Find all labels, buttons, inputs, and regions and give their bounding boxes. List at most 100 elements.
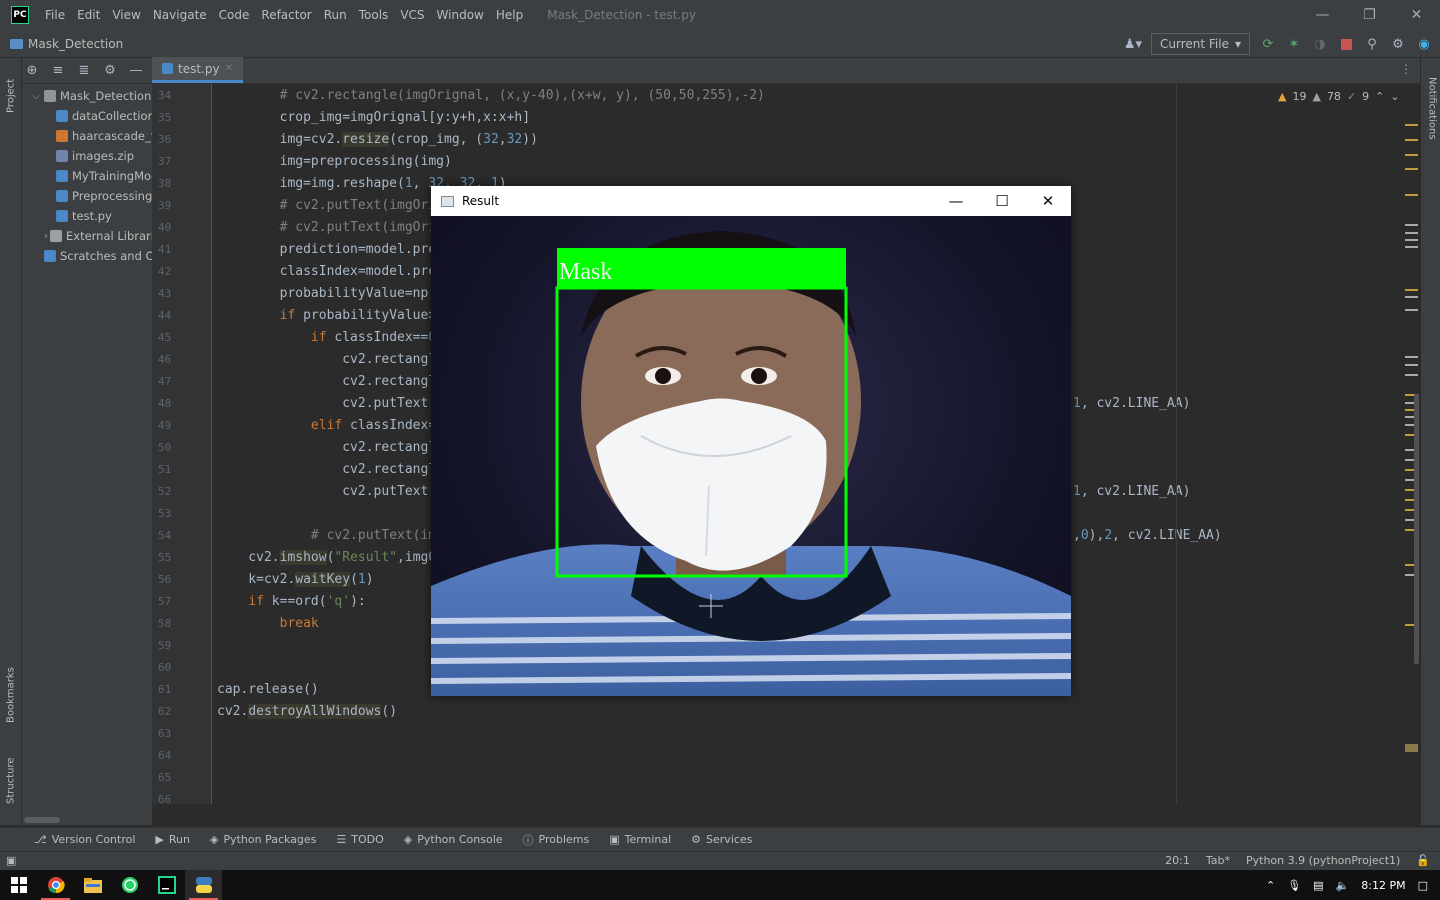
error-stripe-mark[interactable]: [1405, 356, 1418, 358]
whatsapp-taskbar-item[interactable]: [111, 870, 148, 900]
caret-position[interactable]: 20:1: [1165, 854, 1190, 867]
error-stripe-mark[interactable]: [1405, 289, 1418, 291]
menu-view[interactable]: View: [106, 8, 146, 22]
code-line[interactable]: # cv2.rectangle(imgOrignal, (x,y-40),(x+…: [217, 85, 765, 107]
expand-all-icon[interactable]: ≡: [50, 63, 66, 79]
inspection-widget[interactable]: ▲ 19 ▲ 78 ✓ 9 ⌃ ⌄: [1278, 90, 1400, 103]
error-stripe-mark[interactable]: [1405, 139, 1418, 141]
maximize-icon[interactable]: ☐: [979, 186, 1025, 216]
tree-item[interactable]: ⌵ Mask_Detection: [22, 86, 152, 106]
tree-item[interactable]: Scratches and Consoles: [22, 246, 152, 266]
error-stripe-mark[interactable]: [1405, 168, 1418, 170]
code-line[interactable]: cv2.rectangle(: [217, 437, 452, 459]
error-stripe-mark[interactable]: [1405, 239, 1418, 241]
breadcrumb[interactable]: Mask_Detection: [10, 37, 123, 51]
tool-tab-python-packages[interactable]: ◈ Python Packages: [210, 833, 316, 846]
layout-icon[interactable]: ▣: [6, 854, 16, 867]
locate-icon[interactable]: ⊕: [24, 63, 40, 79]
python-interpreter[interactable]: Python 3.9 (pythonProject1): [1246, 854, 1400, 867]
code-line-tail[interactable]: 1, cv2.LINE_AA): [1073, 393, 1190, 415]
tool-tab-services[interactable]: ⚙ Services: [691, 833, 752, 846]
tree-item[interactable]: images.zip: [22, 146, 152, 166]
tool-tab-python-console[interactable]: ◈ Python Console: [404, 833, 503, 846]
menu-code[interactable]: Code: [213, 8, 256, 22]
notifications-tool-tab[interactable]: Notifications: [1421, 68, 1440, 148]
project-tool-tab[interactable]: Project: [0, 64, 22, 128]
tree-item[interactable]: haarcascade_frontalface_default.xml: [22, 126, 152, 146]
error-stripe-mark[interactable]: [1405, 296, 1418, 298]
tool-tab-terminal[interactable]: ▣ Terminal: [609, 833, 671, 846]
tool-tab-problems[interactable]: ⓘ Problems: [523, 832, 590, 848]
menu-navigate[interactable]: Navigate: [147, 8, 213, 22]
start-button[interactable]: [0, 870, 37, 900]
minimize-icon[interactable]: —: [933, 186, 979, 216]
microphone-icon[interactable]: 🎙: [1287, 879, 1301, 892]
clock[interactable]: 8:12 PM: [1361, 879, 1405, 892]
error-stripe-mark[interactable]: [1405, 374, 1418, 376]
run-config-select[interactable]: Current File ▾: [1151, 33, 1250, 55]
menu-window[interactable]: Window: [431, 8, 490, 22]
code-line[interactable]: img=cv2.resize(crop_img, (32,32)): [217, 129, 538, 151]
code-with-me-icon[interactable]: ◉: [1416, 36, 1432, 52]
error-stripe[interactable]: [1404, 84, 1420, 804]
code-line[interactable]: k=cv2.waitKey(1): [217, 569, 374, 591]
user-icon[interactable]: ♟▾: [1124, 36, 1142, 52]
chrome-taskbar-item[interactable]: [37, 870, 74, 900]
minimize-icon[interactable]: —: [1299, 0, 1346, 30]
chevron-up-icon[interactable]: ⌃: [1375, 90, 1384, 103]
collapse-all-icon[interactable]: ≣: [76, 63, 92, 79]
menu-refactor[interactable]: Refactor: [255, 8, 317, 22]
chevron-down-icon[interactable]: ⌵: [32, 91, 42, 102]
error-stripe-mark[interactable]: [1405, 154, 1418, 156]
hide-icon[interactable]: —: [128, 63, 144, 79]
action-center-icon[interactable]: □: [1418, 879, 1428, 892]
pycharm-taskbar-item[interactable]: [148, 870, 185, 900]
code-line[interactable]: if k==ord('q'):: [217, 591, 365, 613]
code-line-tail[interactable]: ,0),2, cv2.LINE_AA): [1073, 525, 1222, 547]
tree-item[interactable]: dataCollection.py: [22, 106, 152, 126]
tool-tab-version-control[interactable]: ⎇ Version Control: [34, 833, 135, 846]
code-line[interactable]: elif classIndex==1:: [217, 415, 460, 437]
menu-run[interactable]: Run: [318, 8, 353, 22]
file-explorer-taskbar-item[interactable]: [74, 870, 111, 900]
chevron-right-icon[interactable]: ›: [44, 231, 48, 242]
code-line[interactable]: cv2.rectangle(: [217, 349, 452, 371]
code-line[interactable]: if classIndex==0:: [217, 327, 444, 349]
more-options-icon[interactable]: ⋮: [1400, 62, 1412, 76]
error-stripe-mark[interactable]: [1405, 364, 1418, 366]
chevron-down-icon[interactable]: ⌄: [1390, 90, 1399, 103]
stop-icon[interactable]: [1338, 36, 1354, 52]
error-stripe-mark[interactable]: [1405, 194, 1418, 196]
restore-icon[interactable]: ❐: [1346, 0, 1393, 30]
network-icon[interactable]: ▤: [1313, 879, 1323, 892]
vertical-scrollbar-thumb[interactable]: [1414, 394, 1419, 664]
lock-icon[interactable]: 🔓: [1416, 854, 1430, 867]
code-line[interactable]: # cv2.putText(imgOrignal: [217, 195, 468, 217]
chevron-up-icon[interactable]: ⌃: [1266, 879, 1275, 892]
tree-item[interactable]: › External Libraries: [22, 226, 152, 246]
code-line[interactable]: cv2.putText(: [217, 481, 436, 503]
menu-vcs[interactable]: VCS: [394, 8, 430, 22]
code-line-tail[interactable]: 1, cv2.LINE_AA): [1073, 481, 1190, 503]
tool-tab-todo[interactable]: ☰ TODO: [336, 833, 383, 846]
code-line[interactable]: cap.release(): [217, 679, 319, 701]
menu-edit[interactable]: Edit: [71, 8, 106, 22]
tree-item[interactable]: test.py: [22, 206, 152, 226]
close-icon[interactable]: ✕: [1025, 186, 1071, 216]
close-tab-icon[interactable]: ✕: [225, 63, 233, 74]
code-line[interactable]: cv2.putText(: [217, 393, 436, 415]
error-stripe-mark[interactable]: [1405, 232, 1418, 234]
error-stripe-mark[interactable]: [1405, 224, 1418, 226]
breadcrumb-project[interactable]: Mask_Detection: [28, 37, 123, 51]
menu-file[interactable]: File: [39, 8, 71, 22]
tab-test-py[interactable]: test.py ✕: [152, 57, 243, 83]
volume-icon[interactable]: 🔈: [1336, 879, 1350, 892]
menu-help[interactable]: Help: [490, 8, 529, 22]
result-title-bar[interactable]: Result — ☐ ✕: [431, 186, 1071, 216]
error-stripe-mark[interactable]: [1405, 309, 1418, 311]
result-window[interactable]: Result — ☐ ✕ Mask: [431, 186, 1071, 696]
gear-icon[interactable]: ⚙: [1390, 36, 1406, 52]
coverage-icon[interactable]: ◑: [1312, 36, 1328, 52]
indent-setting[interactable]: Tab*: [1206, 854, 1230, 867]
result-window-taskbar-item[interactable]: [185, 870, 222, 900]
